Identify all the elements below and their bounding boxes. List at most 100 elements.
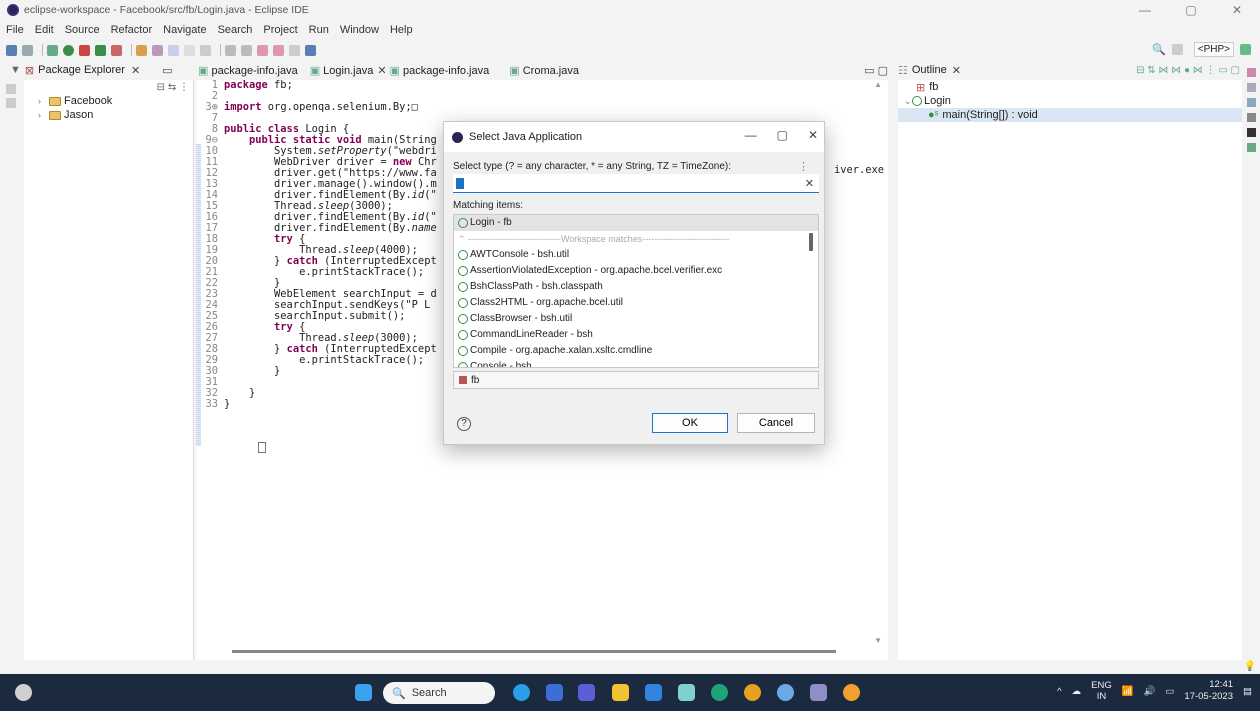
menu-refactor[interactable]: Refactor bbox=[111, 22, 153, 38]
list-item[interactable]: Login - fb bbox=[454, 215, 818, 231]
eclipse-taskbar-icon[interactable] bbox=[810, 684, 827, 701]
edge-icon[interactable] bbox=[711, 684, 728, 701]
forward-icon[interactable] bbox=[273, 44, 284, 56]
java-perspective-icon[interactable] bbox=[1240, 44, 1251, 55]
tree-item-facebook[interactable]: › Facebook bbox=[24, 94, 193, 108]
outline-tab[interactable]: Outline bbox=[912, 64, 947, 76]
menu-navigate[interactable]: Navigate bbox=[163, 22, 206, 38]
console-icon[interactable] bbox=[1247, 98, 1256, 107]
menu-file[interactable]: File bbox=[6, 22, 24, 38]
menu-help[interactable]: Help bbox=[390, 22, 413, 38]
open-perspective-icon[interactable] bbox=[1171, 44, 1183, 55]
network-icon[interactable]: 📶 bbox=[1122, 686, 1134, 697]
menu-run[interactable]: Run bbox=[309, 22, 329, 38]
run-icon[interactable] bbox=[63, 44, 74, 56]
open-type-icon[interactable] bbox=[136, 44, 147, 56]
chat-icon[interactable] bbox=[513, 684, 530, 701]
chevron-up-icon[interactable]: ^ bbox=[1057, 686, 1061, 697]
maximize-button[interactable]: ▢ bbox=[1168, 0, 1214, 20]
terminal-icon[interactable] bbox=[305, 44, 316, 56]
clock[interactable]: 12:41 17-05-2023 bbox=[1184, 679, 1233, 703]
save-icon[interactable] bbox=[22, 44, 33, 56]
type-filter-input[interactable] bbox=[464, 177, 805, 189]
scroll-down-icon[interactable]: ▼ bbox=[874, 636, 882, 645]
pin-icon[interactable] bbox=[184, 44, 195, 56]
dialog-maximize-button[interactable]: ▢ bbox=[777, 128, 788, 142]
matching-items-list[interactable]: Login - fb ⌃ ---------------------------… bbox=[453, 214, 819, 368]
close-tab-icon[interactable]: ✕ bbox=[952, 64, 961, 77]
teams-icon[interactable] bbox=[578, 684, 595, 701]
package-view-icon[interactable] bbox=[6, 98, 16, 108]
list-scrollbar[interactable] bbox=[809, 233, 813, 251]
type-filter-field[interactable]: ✕ bbox=[453, 174, 819, 193]
new-icon[interactable] bbox=[6, 44, 17, 56]
list-item[interactable]: BshClassPath - bsh.classpath bbox=[454, 279, 818, 295]
javadoc-icon[interactable] bbox=[1247, 113, 1256, 122]
task-view-icon[interactable] bbox=[546, 684, 563, 701]
last-edit-icon[interactable] bbox=[289, 44, 300, 56]
list-item[interactable]: AWTConsole - bsh.util bbox=[454, 247, 818, 263]
scroll-up-icon[interactable]: ▲ bbox=[874, 80, 882, 89]
mail-icon[interactable] bbox=[645, 684, 662, 701]
php-perspective-button[interactable]: <PHP> bbox=[1193, 42, 1234, 57]
file-explorer-icon[interactable] bbox=[612, 684, 629, 701]
outline-item-class[interactable]: ⌄ Login bbox=[898, 94, 1242, 108]
volume-icon[interactable]: 🔊 bbox=[1144, 686, 1156, 697]
lightbulb-icon[interactable]: 💡 bbox=[1244, 661, 1256, 672]
view-menu-icon[interactable]: ▼ bbox=[10, 64, 21, 76]
notification-icon[interactable]: ▤ bbox=[1243, 686, 1252, 697]
app-icon[interactable] bbox=[777, 684, 794, 701]
tree-item-jason[interactable]: › Jason bbox=[24, 108, 193, 122]
declaration-icon[interactable] bbox=[1247, 128, 1256, 137]
list-item[interactable]: ClassBrowser - bsh.util bbox=[454, 311, 818, 327]
progress-icon[interactable] bbox=[1247, 143, 1256, 152]
menu-window[interactable]: Window bbox=[340, 22, 379, 38]
cancel-button[interactable]: Cancel bbox=[737, 413, 815, 433]
outline-toolbar-icons[interactable]: ⊟ ⇅ ⋈ ⋈ ● ⋈ ⋮ ▭ ▢ bbox=[1136, 65, 1240, 76]
new-class-icon[interactable] bbox=[95, 44, 106, 56]
search-icon[interactable]: 🔍 bbox=[1152, 43, 1166, 56]
help-icon[interactable]: ? bbox=[457, 417, 471, 431]
clear-input-icon[interactable]: ✕ bbox=[805, 177, 814, 190]
widgets-icon[interactable] bbox=[15, 684, 32, 701]
chevron-down-icon[interactable]: ⌄ bbox=[904, 96, 912, 107]
list-item[interactable]: Class2HTML - org.apache.bcel.util bbox=[454, 295, 818, 311]
close-button[interactable]: ✕ bbox=[1214, 0, 1260, 20]
outline-item-package[interactable]: ⊞ fb bbox=[898, 80, 1242, 94]
start-icon[interactable] bbox=[355, 684, 372, 701]
tasks-icon[interactable] bbox=[1247, 68, 1256, 77]
prev-annotation-icon[interactable] bbox=[241, 44, 252, 56]
editor-tab-package-info-2[interactable]: ▣ package-info.java bbox=[390, 64, 490, 77]
next-annotation-icon[interactable] bbox=[225, 44, 236, 56]
menu-source[interactable]: Source bbox=[65, 22, 100, 38]
dialog-close-button[interactable]: ✕ bbox=[808, 128, 818, 142]
restore-icon[interactable] bbox=[6, 84, 16, 94]
language-indicator[interactable]: ENG IN bbox=[1091, 680, 1112, 702]
ok-button[interactable]: OK bbox=[652, 413, 728, 433]
annotation-icon[interactable] bbox=[168, 44, 179, 56]
chrome-icon[interactable] bbox=[744, 684, 761, 701]
package-explorer-tab[interactable]: Package Explorer bbox=[38, 64, 125, 76]
editor-tab-package-info[interactable]: ▣ package-info.java bbox=[198, 64, 298, 77]
dialog-menu-icon[interactable]: ⋮ bbox=[798, 160, 809, 173]
list-item[interactable]: Console - bsh bbox=[454, 359, 818, 367]
minimize-view-icon[interactable]: ▭ bbox=[162, 64, 172, 77]
editor-tab-login[interactable]: ▣ Login.java bbox=[310, 64, 374, 77]
store-icon[interactable] bbox=[678, 684, 695, 701]
collapse-all-icon[interactable]: ⊟ ⇆ ⋮ bbox=[157, 82, 189, 93]
outline-item-method[interactable]: ●ˢ main(String[]) : void bbox=[898, 108, 1242, 122]
list-item[interactable]: CommandLineReader - bsh bbox=[454, 327, 818, 343]
debug-icon[interactable] bbox=[47, 44, 58, 56]
dialog-minimize-button[interactable]: — bbox=[745, 128, 757, 142]
chevron-right-icon[interactable]: › bbox=[38, 96, 46, 106]
search-tool-icon[interactable] bbox=[152, 44, 163, 56]
editor-tab-croma[interactable]: ▣ Croma.java bbox=[509, 64, 579, 77]
minimize-button[interactable]: — bbox=[1122, 0, 1168, 20]
menu-edit[interactable]: Edit bbox=[35, 22, 54, 38]
menu-project[interactable]: Project bbox=[263, 22, 297, 38]
taskbar-search[interactable]: 🔍 Search bbox=[383, 682, 495, 704]
menu-search[interactable]: Search bbox=[218, 22, 253, 38]
list-item[interactable]: Compile - org.apache.xalan.xsltc.cmdline bbox=[454, 343, 818, 359]
chevron-right-icon[interactable]: › bbox=[38, 110, 46, 120]
close-tab-icon[interactable]: ✕ bbox=[131, 64, 140, 77]
